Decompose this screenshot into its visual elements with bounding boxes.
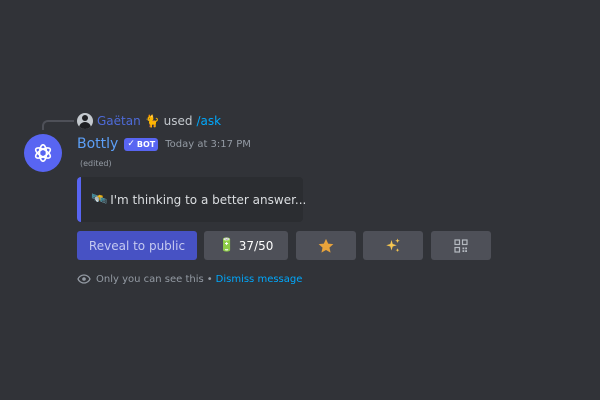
reply-command[interactable]: /ask [197, 114, 222, 128]
satellite-icon: 🛰️ [91, 192, 108, 207]
bot-username[interactable]: Bottly [77, 136, 118, 152]
dismiss-message-link[interactable]: Dismiss message [216, 274, 303, 285]
ephemeral-text: Only you can see this [96, 273, 204, 285]
qr-code-icon [454, 238, 468, 253]
edited-label: (edited) [80, 159, 112, 168]
eye-icon [77, 274, 91, 284]
reveal-button-label: Reveal to public [88, 238, 186, 253]
reveal-to-public-button[interactable]: Reveal to public [77, 231, 197, 260]
bot-avatar[interactable] [24, 134, 62, 172]
message-header: Bottly ✓ BOT Today at 3:17 PM [77, 134, 251, 154]
reply-user-avatar[interactable] [77, 113, 93, 129]
battery-icon: 🔋 [218, 238, 235, 253]
ephemeral-notice: Only you can see this • Dismiss message [77, 272, 302, 286]
verified-check-icon: ✓ [127, 138, 135, 149]
ephemeral-separator: • [206, 273, 213, 285]
embed-text: I'm thinking to a better answer... [110, 192, 307, 207]
reply-reference[interactable]: Gaëtan 🐈 used /ask [77, 113, 221, 129]
bot-tag-label: BOT [136, 139, 156, 149]
usage-counter-button[interactable]: 🔋 37/50 [204, 231, 288, 260]
sparkles-icon [386, 238, 400, 252]
sparkles-button[interactable] [363, 231, 423, 260]
star-button[interactable] [296, 231, 356, 260]
star-icon [318, 238, 334, 253]
usage-counter-label: 37/50 [238, 238, 274, 253]
qr-code-button[interactable] [431, 231, 491, 260]
bot-tag: ✓ BOT [124, 137, 159, 151]
cat-emoji-icon: 🐈 [144, 114, 160, 128]
reply-username[interactable]: Gaëtan [97, 114, 141, 128]
openai-logo-icon [34, 144, 52, 162]
message-timestamp[interactable]: Today at 3:17 PM [165, 139, 251, 150]
reply-used-text: used [163, 114, 193, 128]
reply-connector-line [42, 120, 74, 130]
message-embed: 🛰️ I'm thinking to a better answer... [77, 177, 307, 222]
